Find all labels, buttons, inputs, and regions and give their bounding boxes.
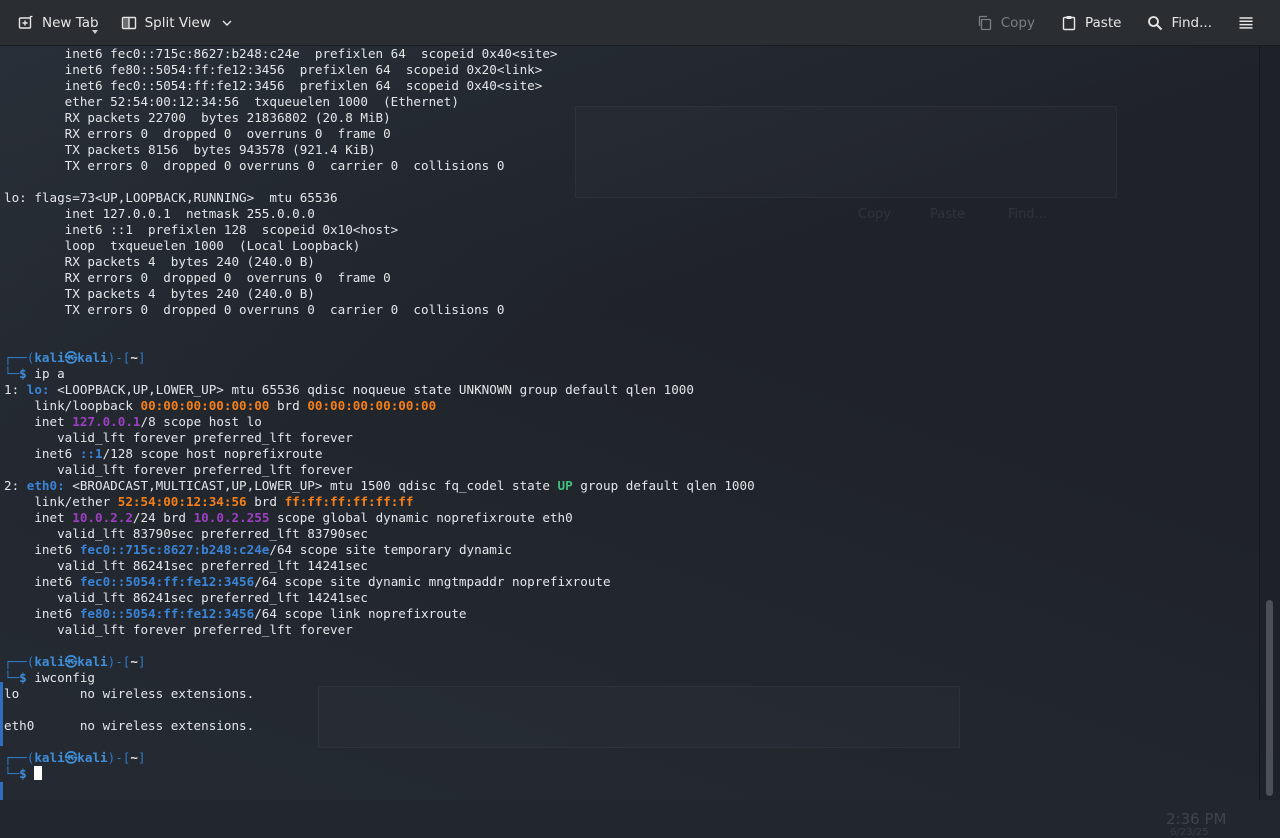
output-line: lo: flags=73<UP,LOOPBACK,RUNNING> mtu 65…	[4, 190, 338, 205]
ipv6-address: ::1	[79, 446, 103, 461]
output-line: inet6 fec0::715c:8627:b248:c24e prefixle…	[4, 46, 558, 61]
output-line: TX errors 0 dropped 0 overruns 0 carrier…	[4, 302, 505, 317]
interface-name: lo:	[26, 382, 50, 397]
mac-address: 00:00:00:00:00:00	[140, 398, 270, 413]
paste-button[interactable]: Paste	[1055, 8, 1127, 38]
output-line: TX packets 8156 bytes 943578 (921.4 KiB)	[4, 142, 376, 157]
command-line: └─$ iwconfig	[4, 670, 96, 685]
output-line: inet 127.0.0.1 netmask 255.0.0.0	[4, 206, 315, 221]
output-line: inet6 fe80::5054:ff:fe12:3456 prefixlen …	[4, 62, 543, 77]
output-line: ether 52:54:00:12:34:56 txqueuelen 1000 …	[4, 94, 459, 109]
output-line: 1: lo: <LOOPBACK,UP,LOWER_UP> mtu 65536 …	[4, 382, 694, 397]
command-text: iwconfig	[34, 670, 96, 685]
command-line: └─$ ip a	[4, 366, 65, 381]
selection-marker	[0, 782, 3, 800]
output-line: inet6 fec0::5054:ff:fe12:3456 prefixlen …	[4, 78, 543, 93]
find-label: Find...	[1171, 14, 1212, 31]
output-line: valid_lft forever preferred_lft forever	[4, 430, 353, 445]
mac-address: 52:54:00:12:34:56	[117, 494, 247, 509]
split-view-icon	[121, 16, 136, 29]
output-line: link/loopback 00:00:00:00:00:00 brd 00:0…	[4, 398, 437, 413]
hamburger-menu-button[interactable]	[1232, 8, 1268, 38]
ipv6-address: fec0::715c:8627:b248:c24e	[79, 542, 270, 557]
output-line: lo no wireless extensions.	[4, 686, 255, 701]
search-icon	[1148, 15, 1163, 30]
copy-button[interactable]: Copy	[971, 8, 1041, 38]
interface-name: eth0:	[26, 478, 65, 493]
prompt-host: kali	[77, 350, 108, 365]
chevron-down-icon[interactable]	[221, 17, 233, 29]
ipv4-address: 10.0.2.2	[72, 510, 133, 525]
ipv6-address: fe80::5054:ff:fe12:3456	[79, 606, 255, 621]
ghost-date: 6/23/25	[1170, 827, 1209, 838]
output-line: RX packets 22700 bytes 21836802 (20.8 Mi…	[4, 110, 391, 125]
output-line: inet6 fec0::5054:ff:fe12:3456/64 scope s…	[4, 574, 611, 589]
prompt-line: ┌──(kali㉿kali)-[~]	[4, 654, 146, 669]
split-view-label: Split View	[144, 14, 211, 31]
output-line: RX packets 4 bytes 240 (240.0 B)	[4, 254, 315, 269]
output-line: loop txqueuelen 1000 (Local Loopback)	[4, 238, 361, 253]
prompt-user: kali	[34, 350, 65, 365]
mac-address: ff:ff:ff:ff:ff:ff	[284, 494, 414, 509]
ipv4-broadcast: 10.0.2.255	[193, 510, 270, 525]
prompt-dir: ~	[130, 350, 138, 365]
paste-label: Paste	[1085, 14, 1122, 31]
output-line: TX packets 4 bytes 240 (240.0 B)	[4, 286, 315, 301]
copy-icon	[978, 15, 991, 30]
terminal-toolbar: New Tab Split View Copy Paste Find...	[0, 0, 1280, 46]
output-line: valid_lft forever preferred_lft forever	[4, 622, 353, 637]
output-line: 2: eth0: <BROADCAST,MULTICAST,UP,LOWER_U…	[4, 478, 755, 493]
ghost-clock: 2:36 PM	[1166, 810, 1227, 828]
prompt-line: ┌──(kali㉿kali)-[~]	[4, 750, 146, 765]
hamburger-menu-icon	[1239, 16, 1253, 29]
output-line: inet6 fec0::715c:8627:b248:c24e/64 scope…	[4, 542, 513, 557]
paste-icon	[1062, 15, 1076, 30]
ipv6-address: fec0::5054:ff:fe12:3456	[79, 574, 255, 589]
find-button[interactable]: Find...	[1141, 8, 1218, 38]
text-cursor	[34, 766, 43, 780]
ipv4-address: 127.0.0.1	[72, 414, 141, 429]
output-line: link/ether 52:54:00:12:34:56 brd ff:ff:f…	[4, 494, 414, 509]
output-line: RX errors 0 dropped 0 overruns 0 frame 0	[4, 126, 391, 141]
new-tab-button[interactable]: New Tab	[12, 8, 105, 38]
mac-address: 00:00:00:00:00:00	[307, 398, 437, 413]
output-line: valid_lft forever preferred_lft forever	[4, 462, 353, 477]
ifconfig-output: inet6 fec0::715c:8627:b248:c24e prefixle…	[4, 46, 755, 350]
terminal-output[interactable]: inet6 fec0::715c:8627:b248:c24e prefixle…	[0, 46, 1258, 800]
output-line: inet6 ::1/128 scope host noprefixroute	[4, 446, 323, 461]
output-line: inet6 fe80::5054:ff:fe12:3456/64 scope l…	[4, 606, 467, 621]
output-line: RX errors 0 dropped 0 overruns 0 frame 0	[4, 270, 391, 285]
output-line: valid_lft 86241sec preferred_lft 14241se…	[4, 590, 368, 605]
new-tab-icon	[18, 15, 33, 29]
command-text: ip a	[34, 366, 65, 381]
output-line: TX errors 0 dropped 0 overruns 0 carrier…	[4, 158, 505, 173]
split-view-button[interactable]: Split View	[115, 8, 247, 38]
new-tab-menu-arrow-icon[interactable]	[92, 30, 98, 34]
command-line[interactable]: └─$	[4, 766, 755, 782]
output-line: inet 127.0.0.1/8 scope host lo	[4, 414, 262, 429]
output-line: valid_lft 86241sec preferred_lft 14241se…	[4, 558, 368, 573]
scrollbar-thumb[interactable]	[1266, 600, 1273, 796]
copy-label: Copy	[1000, 14, 1035, 31]
selection-marker	[0, 682, 3, 746]
prompt-line: ┌──(kali㉿kali)-[~]	[4, 350, 146, 365]
output-line: inet 10.0.2.2/24 brd 10.0.2.255 scope gl…	[4, 510, 573, 525]
output-line: valid_lft 83790sec preferred_lft 83790se…	[4, 526, 368, 541]
new-tab-label: New Tab	[42, 14, 99, 31]
state-up: UP	[557, 478, 573, 493]
output-line: eth0 no wireless extensions.	[4, 718, 255, 733]
output-line: inet6 ::1 prefixlen 128 scopeid 0x10<hos…	[4, 222, 399, 237]
